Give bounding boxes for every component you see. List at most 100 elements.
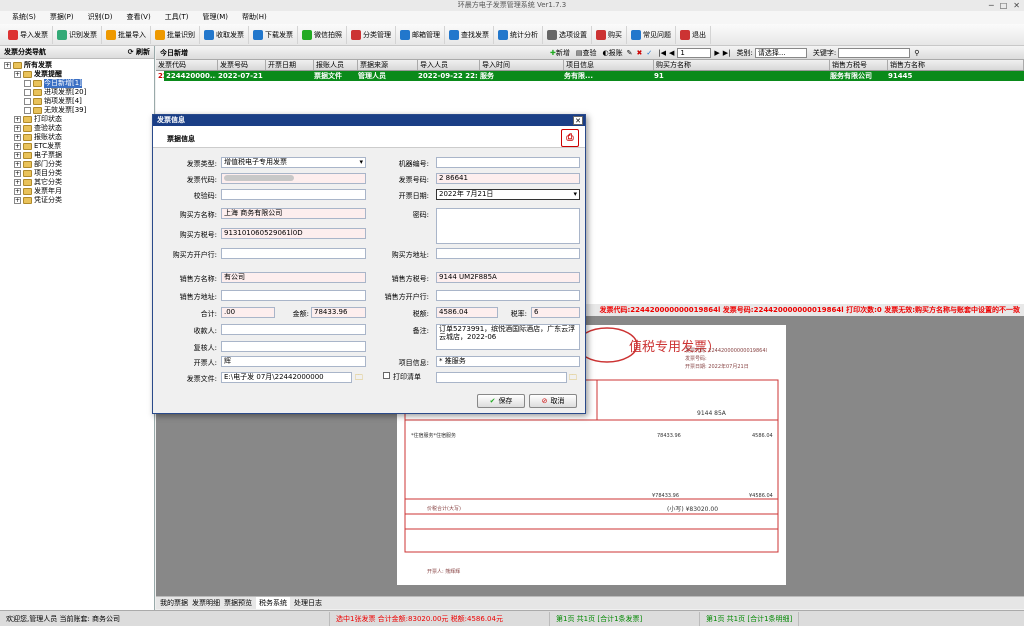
- folder-icon[interactable]: 🗀: [355, 372, 363, 386]
- check-code-field[interactable]: [221, 189, 366, 200]
- tab-4[interactable]: 处理日志: [294, 597, 322, 609]
- expand-icon[interactable]: +: [14, 179, 21, 186]
- nav-tree-item[interactable]: + 部门分类: [4, 160, 154, 169]
- seller-addr-field[interactable]: [221, 290, 366, 301]
- column-header[interactable]: 发票代码: [156, 60, 218, 70]
- minimize-icon[interactable]: ─: [989, 0, 994, 11]
- invoice-type-select[interactable]: 增值税电子专用发票 ▾: [221, 157, 366, 168]
- nav-tree-item[interactable]: + 电子票据: [4, 151, 154, 160]
- column-header[interactable]: 报账人员: [314, 60, 358, 70]
- column-header[interactable]: 销售方税号: [830, 60, 888, 70]
- expand-icon[interactable]: +: [14, 125, 21, 132]
- nav-tree-item[interactable]: + 报账状态: [4, 133, 154, 142]
- file-field[interactable]: E:\电子发 07月\22442000000: [221, 372, 352, 383]
- refresh-button[interactable]: ⟳ 刷新: [128, 46, 150, 58]
- column-header[interactable]: 导入人员: [418, 60, 480, 70]
- print-list-checkbox[interactable]: [383, 372, 390, 379]
- date-picker[interactable]: 2022年 7月21日 ▾: [436, 189, 580, 200]
- toolbar-button[interactable]: 导入发票: [4, 25, 53, 44]
- reviewer-field[interactable]: [221, 341, 366, 352]
- nav-tree-item[interactable]: + 所有发票: [4, 61, 154, 70]
- tab-3[interactable]: 税务系统: [256, 597, 290, 609]
- nav-tree-item[interactable]: + 凭证分类: [4, 196, 154, 205]
- nav-tree-item[interactable]: + 发票提醒: [4, 70, 154, 79]
- seller-name-field[interactable]: 有公司: [221, 272, 366, 283]
- menu-item[interactable]: 管理(M): [202, 11, 228, 24]
- nav-tree-item[interactable]: + ETC发票: [4, 142, 154, 151]
- tab-0[interactable]: 我的票据: [160, 597, 188, 609]
- nav-tree-item[interactable]: + 项目分类: [4, 169, 154, 178]
- remark-field[interactable]: 订单5273991，缤悦酒国际酒店，广东云浮云城店，2022-06: [436, 324, 580, 350]
- column-header[interactable]: 项目信息: [564, 60, 654, 70]
- expand-icon[interactable]: +: [14, 197, 21, 204]
- last-page-icon[interactable]: ▶|: [723, 49, 731, 57]
- dialog-close-button[interactable]: ✕: [573, 116, 583, 125]
- page-select[interactable]: 1: [677, 47, 712, 58]
- issuer-field[interactable]: 辉: [221, 356, 366, 367]
- toolbar-button[interactable]: 退出: [676, 25, 711, 44]
- toolbar-button[interactable]: 识别发票: [53, 25, 102, 44]
- buyer-bank-field[interactable]: [221, 248, 366, 259]
- expand-icon[interactable]: +: [14, 161, 21, 168]
- delete-icon[interactable]: ✖: [636, 49, 642, 57]
- expand-icon[interactable]: [24, 80, 31, 87]
- column-header[interactable]: 发票号码: [218, 60, 266, 70]
- table-row[interactable]: 224420000000...224420000...2022-07-21 票据文…: [156, 71, 1024, 81]
- add-button[interactable]: ✚新增: [550, 48, 570, 58]
- menu-item[interactable]: 识别(D): [88, 11, 113, 24]
- toolbar-button[interactable]: 查找发票: [445, 25, 494, 44]
- toolbar-button[interactable]: 收取发票: [200, 25, 249, 44]
- password-field[interactable]: [436, 208, 580, 244]
- check-icon[interactable]: ✓: [646, 49, 652, 57]
- buyer-name-field[interactable]: 上海 商务有限公司: [221, 208, 366, 219]
- toolbar-button[interactable]: 常见问题: [627, 25, 676, 44]
- edit-icon[interactable]: ✎: [627, 49, 633, 57]
- reimburse-button[interactable]: ◐报账: [603, 48, 623, 58]
- toolbar-button[interactable]: 微信拍照: [298, 25, 347, 44]
- nav-tree-item[interactable]: 销项发票[4]: [4, 97, 154, 106]
- folder-icon[interactable]: 🗀: [569, 372, 577, 386]
- close-icon[interactable]: ✕: [1013, 0, 1020, 11]
- column-header[interactable]: 票据来源: [358, 60, 418, 70]
- category-select[interactable]: 请选择...: [754, 47, 807, 58]
- keyword-input[interactable]: [838, 47, 911, 58]
- menu-item[interactable]: 票据(P): [50, 11, 74, 24]
- toolbar-button[interactable]: 选项设置: [543, 25, 592, 44]
- number-field[interactable]: 2 86641: [436, 173, 580, 184]
- verify-button[interactable]: ▤查验: [576, 48, 597, 58]
- toolbar-button[interactable]: 批量识别: [151, 25, 200, 44]
- next-page-icon[interactable]: ▶: [714, 49, 719, 57]
- buyer-addr-field[interactable]: [436, 248, 580, 259]
- project-field[interactable]: * 推服务: [436, 356, 580, 367]
- menu-item[interactable]: 系统(S): [12, 11, 36, 24]
- menu-item[interactable]: 工具(T): [165, 11, 189, 24]
- expand-icon[interactable]: +: [14, 170, 21, 177]
- seller-tax-field[interactable]: 9144 UM2F885A: [436, 272, 580, 283]
- rate-field[interactable]: 6: [531, 307, 580, 318]
- maximize-icon[interactable]: □: [1000, 0, 1008, 11]
- expand-icon[interactable]: +: [4, 62, 11, 69]
- cancel-button[interactable]: ⊘ 取消: [529, 394, 577, 408]
- nav-tree-item[interactable]: + 其它分类: [4, 178, 154, 187]
- binoculars-icon[interactable]: ⚲: [914, 49, 919, 57]
- column-header[interactable]: 开票日期: [266, 60, 314, 70]
- seller-bank-field[interactable]: [436, 290, 580, 301]
- column-header[interactable]: 导入时间: [480, 60, 564, 70]
- column-header[interactable]: 销售方名称: [888, 60, 1024, 70]
- code-field[interactable]: [221, 173, 366, 184]
- expand-icon[interactable]: [24, 98, 31, 105]
- expand-icon[interactable]: [24, 107, 31, 114]
- column-header[interactable]: 购买方名称: [654, 60, 830, 70]
- machine-no-field[interactable]: [436, 157, 580, 168]
- menu-item[interactable]: 查看(V): [126, 11, 150, 24]
- expand-icon[interactable]: +: [14, 143, 21, 150]
- expand-icon[interactable]: +: [14, 134, 21, 141]
- toolbar-button[interactable]: 分类管理: [347, 25, 396, 44]
- nav-tree-item[interactable]: 进项发票[20]: [4, 88, 154, 97]
- tab-1[interactable]: 发票明细: [192, 597, 220, 609]
- expand-icon[interactable]: +: [14, 188, 21, 195]
- nav-tree-item[interactable]: + 查验状态: [4, 124, 154, 133]
- payee-field[interactable]: [221, 324, 366, 335]
- save-button[interactable]: ✔ 保存: [477, 394, 525, 408]
- menu-item[interactable]: 帮助(H): [242, 11, 267, 24]
